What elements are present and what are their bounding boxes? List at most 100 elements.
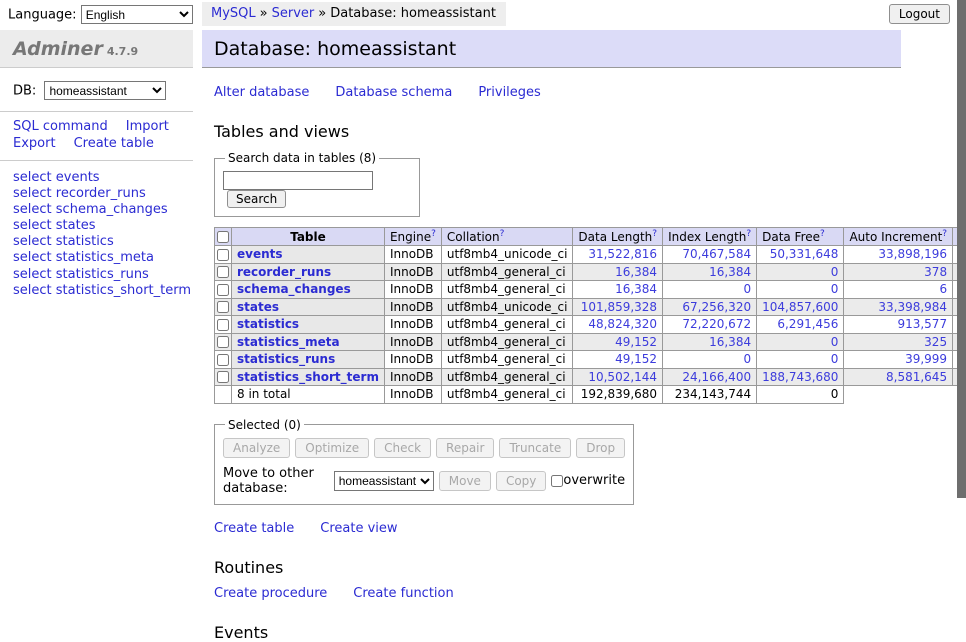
auto-increment-cell[interactable]: 33,898,196 <box>844 246 953 264</box>
sidebar-select-link[interactable]: select <box>13 283 52 298</box>
table-link-statistics_runs[interactable]: statistics_runs <box>237 352 335 366</box>
row-checkbox-statistics_meta[interactable] <box>217 336 229 348</box>
sidebar-select-link[interactable]: select <box>13 186 52 201</box>
auto-increment-cell[interactable]: 325 <box>844 333 953 351</box>
truncate-button[interactable]: Truncate <box>499 438 571 458</box>
move-button[interactable]: Move <box>439 471 491 491</box>
table-link-recorder_runs[interactable]: recorder_runs <box>237 265 331 279</box>
select-all-checkbox[interactable] <box>217 231 229 243</box>
copy-button[interactable]: Copy <box>496 471 546 491</box>
sidebar-select-link[interactable]: select <box>13 170 52 185</box>
index-length-cell[interactable]: 24,166,400 <box>663 368 757 386</box>
row-checkbox-statistics_runs[interactable] <box>217 354 229 366</box>
sidebar-action-link-2[interactable]: Export <box>13 136 56 152</box>
sidebar-select-link[interactable]: select <box>13 234 52 249</box>
data-free-cell[interactable]: 50,331,648 <box>757 246 844 264</box>
data-free-cell[interactable]: 0 <box>757 351 844 369</box>
move-db-select[interactable]: homeassistant <box>334 471 434 491</box>
help-icon[interactable]: ? <box>500 229 505 239</box>
table-link-events[interactable]: events <box>237 247 283 261</box>
data-length-cell[interactable]: 49,152 <box>573 351 663 369</box>
table-link-schema_changes[interactable]: schema_changes <box>237 282 351 296</box>
check-button[interactable]: Check <box>374 438 431 458</box>
sidebar-table-link-statistics_meta[interactable]: statistics_meta <box>56 250 154 265</box>
data-length-cell[interactable]: 16,384 <box>573 281 663 299</box>
sidebar-action-link-1[interactable]: Import <box>126 119 169 135</box>
db-select[interactable]: homeassistant <box>44 81 166 100</box>
row-checkbox-events[interactable] <box>217 249 229 261</box>
row-checkbox-statistics_short_term[interactable] <box>217 371 229 383</box>
analyze-button[interactable]: Analyze <box>223 438 290 458</box>
data-length-cell[interactable]: 16,384 <box>573 263 663 281</box>
data-length-cell[interactable]: 48,824,320 <box>573 316 663 334</box>
breadcrumb-link-mysql[interactable]: MySQL <box>211 6 256 21</box>
data-length-cell[interactable]: 101,859,328 <box>573 298 663 316</box>
data-free-cell[interactable]: 104,857,600 <box>757 298 844 316</box>
sidebar-select-link[interactable]: select <box>13 267 52 282</box>
routines-link-0[interactable]: Create procedure <box>214 586 327 601</box>
tables-footer-link-0[interactable]: Create table <box>214 521 294 536</box>
index-length-cell[interactable]: 67,256,320 <box>663 298 757 316</box>
help-icon[interactable]: ? <box>942 229 947 239</box>
breadcrumb-link-server[interactable]: Server <box>272 6 315 21</box>
index-length-cell[interactable]: 0 <box>663 351 757 369</box>
sidebar-action-link-3[interactable]: Create table <box>74 136 154 152</box>
help-icon[interactable]: ? <box>652 229 657 239</box>
data-free-cell[interactable]: 6,291,456 <box>757 316 844 334</box>
sidebar-table-link-statistics_short_term[interactable]: statistics_short_term <box>56 283 191 298</box>
sidebar-select-link[interactable]: select <box>13 250 52 265</box>
auto-increment-cell[interactable]: 6 <box>844 281 953 299</box>
sidebar-action-link-0[interactable]: SQL command <box>13 119 108 135</box>
table-link-statistics_meta[interactable]: statistics_meta <box>237 335 340 349</box>
sidebar-table-link-statistics[interactable]: statistics <box>56 234 114 249</box>
sidebar-table-link-statistics_runs[interactable]: statistics_runs <box>56 267 149 282</box>
index-length-cell[interactable]: 16,384 <box>663 263 757 281</box>
row-checkbox-statistics[interactable] <box>217 319 229 331</box>
sidebar-select-link[interactable]: select <box>13 218 52 233</box>
row-checkbox-schema_changes[interactable] <box>217 284 229 296</box>
data-length-cell[interactable]: 49,152 <box>573 333 663 351</box>
auto-increment-cell[interactable]: 39,999 <box>844 351 953 369</box>
help-icon[interactable]: ? <box>431 229 436 239</box>
sidebar-select-link[interactable]: select <box>13 202 52 217</box>
table-link-statistics[interactable]: statistics <box>237 317 299 331</box>
sidebar-table-link-events[interactable]: events <box>56 170 100 185</box>
data-free-cell[interactable]: 0 <box>757 263 844 281</box>
drop-button[interactable]: Drop <box>576 438 625 458</box>
auto-increment-cell[interactable]: 33,398,984 <box>844 298 953 316</box>
index-length-cell[interactable]: 70,467,584 <box>663 246 757 264</box>
logout-button[interactable]: Logout <box>889 4 950 24</box>
overwrite-checkbox[interactable] <box>551 475 563 487</box>
tables-footer-link-1[interactable]: Create view <box>320 521 397 536</box>
sidebar-table-link-schema_changes[interactable]: schema_changes <box>56 202 168 217</box>
help-icon[interactable]: ? <box>820 229 825 239</box>
language-select[interactable]: English <box>81 5 193 24</box>
database-nav-link-0[interactable]: Alter database <box>214 85 309 100</box>
vertical-scrollbar[interactable] <box>957 0 966 543</box>
auto-increment-cell[interactable]: 378 <box>844 263 953 281</box>
data-free-cell[interactable]: 0 <box>757 333 844 351</box>
row-checkbox-states[interactable] <box>217 301 229 313</box>
data-free-cell[interactable]: 0 <box>757 281 844 299</box>
search-input[interactable] <box>223 171 373 190</box>
index-length-cell[interactable]: 72,220,672 <box>663 316 757 334</box>
database-nav-link-2[interactable]: Privileges <box>478 85 541 100</box>
search-button[interactable]: Search <box>227 190 286 208</box>
index-length-cell[interactable]: 0 <box>663 281 757 299</box>
routines-link-1[interactable]: Create function <box>353 586 453 601</box>
database-nav-link-1[interactable]: Database schema <box>335 85 452 100</box>
auto-increment-cell[interactable]: 8,581,645 <box>844 368 953 386</box>
data-length-cell[interactable]: 10,502,144 <box>573 368 663 386</box>
table-link-statistics_short_term[interactable]: statistics_short_term <box>237 370 379 384</box>
repair-button[interactable]: Repair <box>436 438 494 458</box>
optimize-button[interactable]: Optimize <box>295 438 369 458</box>
sidebar-table-link-recorder_runs[interactable]: recorder_runs <box>56 186 146 201</box>
index-length-cell[interactable]: 16,384 <box>663 333 757 351</box>
table-link-states[interactable]: states <box>237 300 279 314</box>
sidebar-table-link-states[interactable]: states <box>56 218 96 233</box>
data-free-cell[interactable]: 188,743,680 <box>757 368 844 386</box>
help-icon[interactable]: ? <box>746 229 751 239</box>
data-length-cell[interactable]: 31,522,816 <box>573 246 663 264</box>
row-checkbox-recorder_runs[interactable] <box>217 266 229 278</box>
scrollbar-thumb[interactable] <box>957 0 966 498</box>
